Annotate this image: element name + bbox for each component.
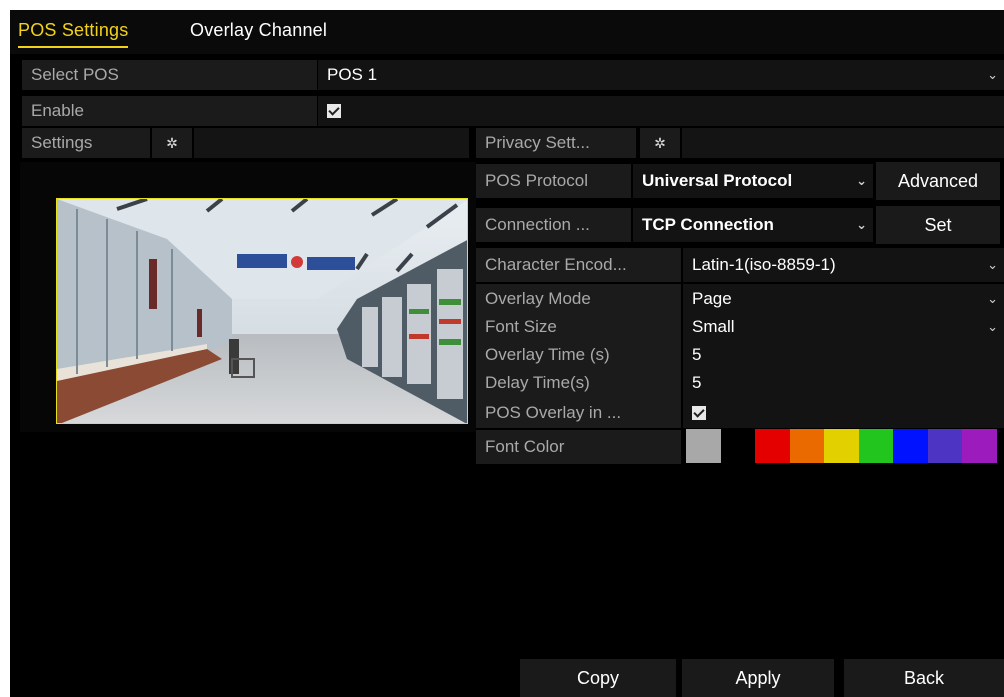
- apply-button[interactable]: Apply: [682, 659, 834, 697]
- settings-spacer: [194, 128, 469, 158]
- character-encoding-dropdown[interactable]: Latin-1(iso-8859-1) ⌄: [683, 248, 1004, 282]
- settings-label: Settings: [22, 128, 150, 158]
- delay-time-label: Delay Time(s): [476, 368, 681, 398]
- select-pos-dropdown[interactable]: POS 1 ⌄: [318, 60, 1004, 90]
- gear-icon: ✲: [166, 135, 178, 151]
- delay-time-input[interactable]: 5: [683, 368, 1004, 398]
- overlay-time-input[interactable]: 5: [683, 340, 1004, 370]
- supermarket-aisle-image: [57, 199, 467, 423]
- font-color-swatch[interactable]: [789, 429, 825, 463]
- font-color-swatch[interactable]: [824, 429, 859, 463]
- tab-pos-settings[interactable]: POS Settings: [18, 20, 129, 48]
- overlay-time-label: Overlay Time (s): [476, 340, 681, 370]
- chevron-down-icon: ⌄: [987, 319, 998, 334]
- connection-label: Connection ...: [476, 208, 631, 242]
- select-pos-label: Select POS: [22, 60, 317, 90]
- chevron-down-icon: ⌄: [987, 257, 998, 272]
- chevron-down-icon: ⌄: [856, 217, 867, 232]
- set-button[interactable]: Set: [876, 206, 1000, 244]
- font-color-label: Font Color: [476, 430, 681, 464]
- font-color-swatch[interactable]: [927, 429, 963, 463]
- pos-overlay-live-checkbox[interactable]: [692, 406, 706, 420]
- font-size-value: Small: [692, 317, 735, 336]
- font-color-swatch[interactable]: [893, 429, 928, 463]
- back-button[interactable]: Back: [844, 659, 1004, 697]
- font-color-swatch[interactable]: [720, 429, 756, 463]
- copy-button[interactable]: Copy: [520, 659, 676, 697]
- privacy-spacer: [682, 128, 1004, 158]
- tab-bar: POS Settings Overlay Channel: [10, 10, 1004, 54]
- pos-protocol-label: POS Protocol: [476, 164, 631, 198]
- pos-protocol-dropdown[interactable]: Universal Protocol ⌄: [633, 164, 873, 198]
- enable-field: [318, 96, 1004, 126]
- camera-preview-image[interactable]: [56, 198, 468, 424]
- advanced-button[interactable]: Advanced: [876, 162, 1000, 200]
- pos-overlay-live-label: POS Overlay in ...: [476, 398, 681, 428]
- pos-settings-window: POS Settings Overlay Channel Select POS …: [10, 10, 1004, 697]
- font-color-swatch[interactable]: [962, 429, 997, 463]
- enable-label: Enable: [22, 96, 317, 126]
- overlay-mode-value: Page: [692, 289, 732, 308]
- privacy-settings-label: Privacy Sett...: [476, 128, 636, 158]
- overlay-mode-label: Overlay Mode: [476, 284, 681, 314]
- font-size-label: Font Size: [476, 312, 681, 342]
- character-encoding-label: Character Encod...: [476, 248, 681, 282]
- privacy-settings-gear-button[interactable]: ✲: [640, 128, 680, 158]
- select-pos-value: POS 1: [327, 65, 378, 84]
- connection-dropdown[interactable]: TCP Connection ⌄: [633, 208, 873, 242]
- chevron-down-icon: ⌄: [987, 291, 998, 306]
- chevron-down-icon: ⌄: [987, 67, 998, 82]
- tab-overlay-channel[interactable]: Overlay Channel: [190, 20, 327, 41]
- overlay-mode-dropdown[interactable]: Page ⌄: [683, 284, 1004, 314]
- font-color-swatch[interactable]: [755, 429, 790, 463]
- pos-overlay-live-field: [683, 398, 1004, 428]
- gear-icon: ✲: [654, 135, 666, 151]
- connection-value: TCP Connection: [642, 215, 774, 234]
- enable-checkbox[interactable]: [327, 104, 341, 118]
- character-encoding-value: Latin-1(iso-8859-1): [692, 255, 836, 274]
- pos-protocol-value: Universal Protocol: [642, 171, 793, 190]
- font-size-dropdown[interactable]: Small ⌄: [683, 312, 1004, 342]
- settings-gear-button[interactable]: ✲: [152, 128, 192, 158]
- font-color-swatch[interactable]: [858, 429, 894, 463]
- chevron-down-icon: ⌄: [856, 173, 867, 188]
- font-color-swatch[interactable]: [686, 429, 721, 463]
